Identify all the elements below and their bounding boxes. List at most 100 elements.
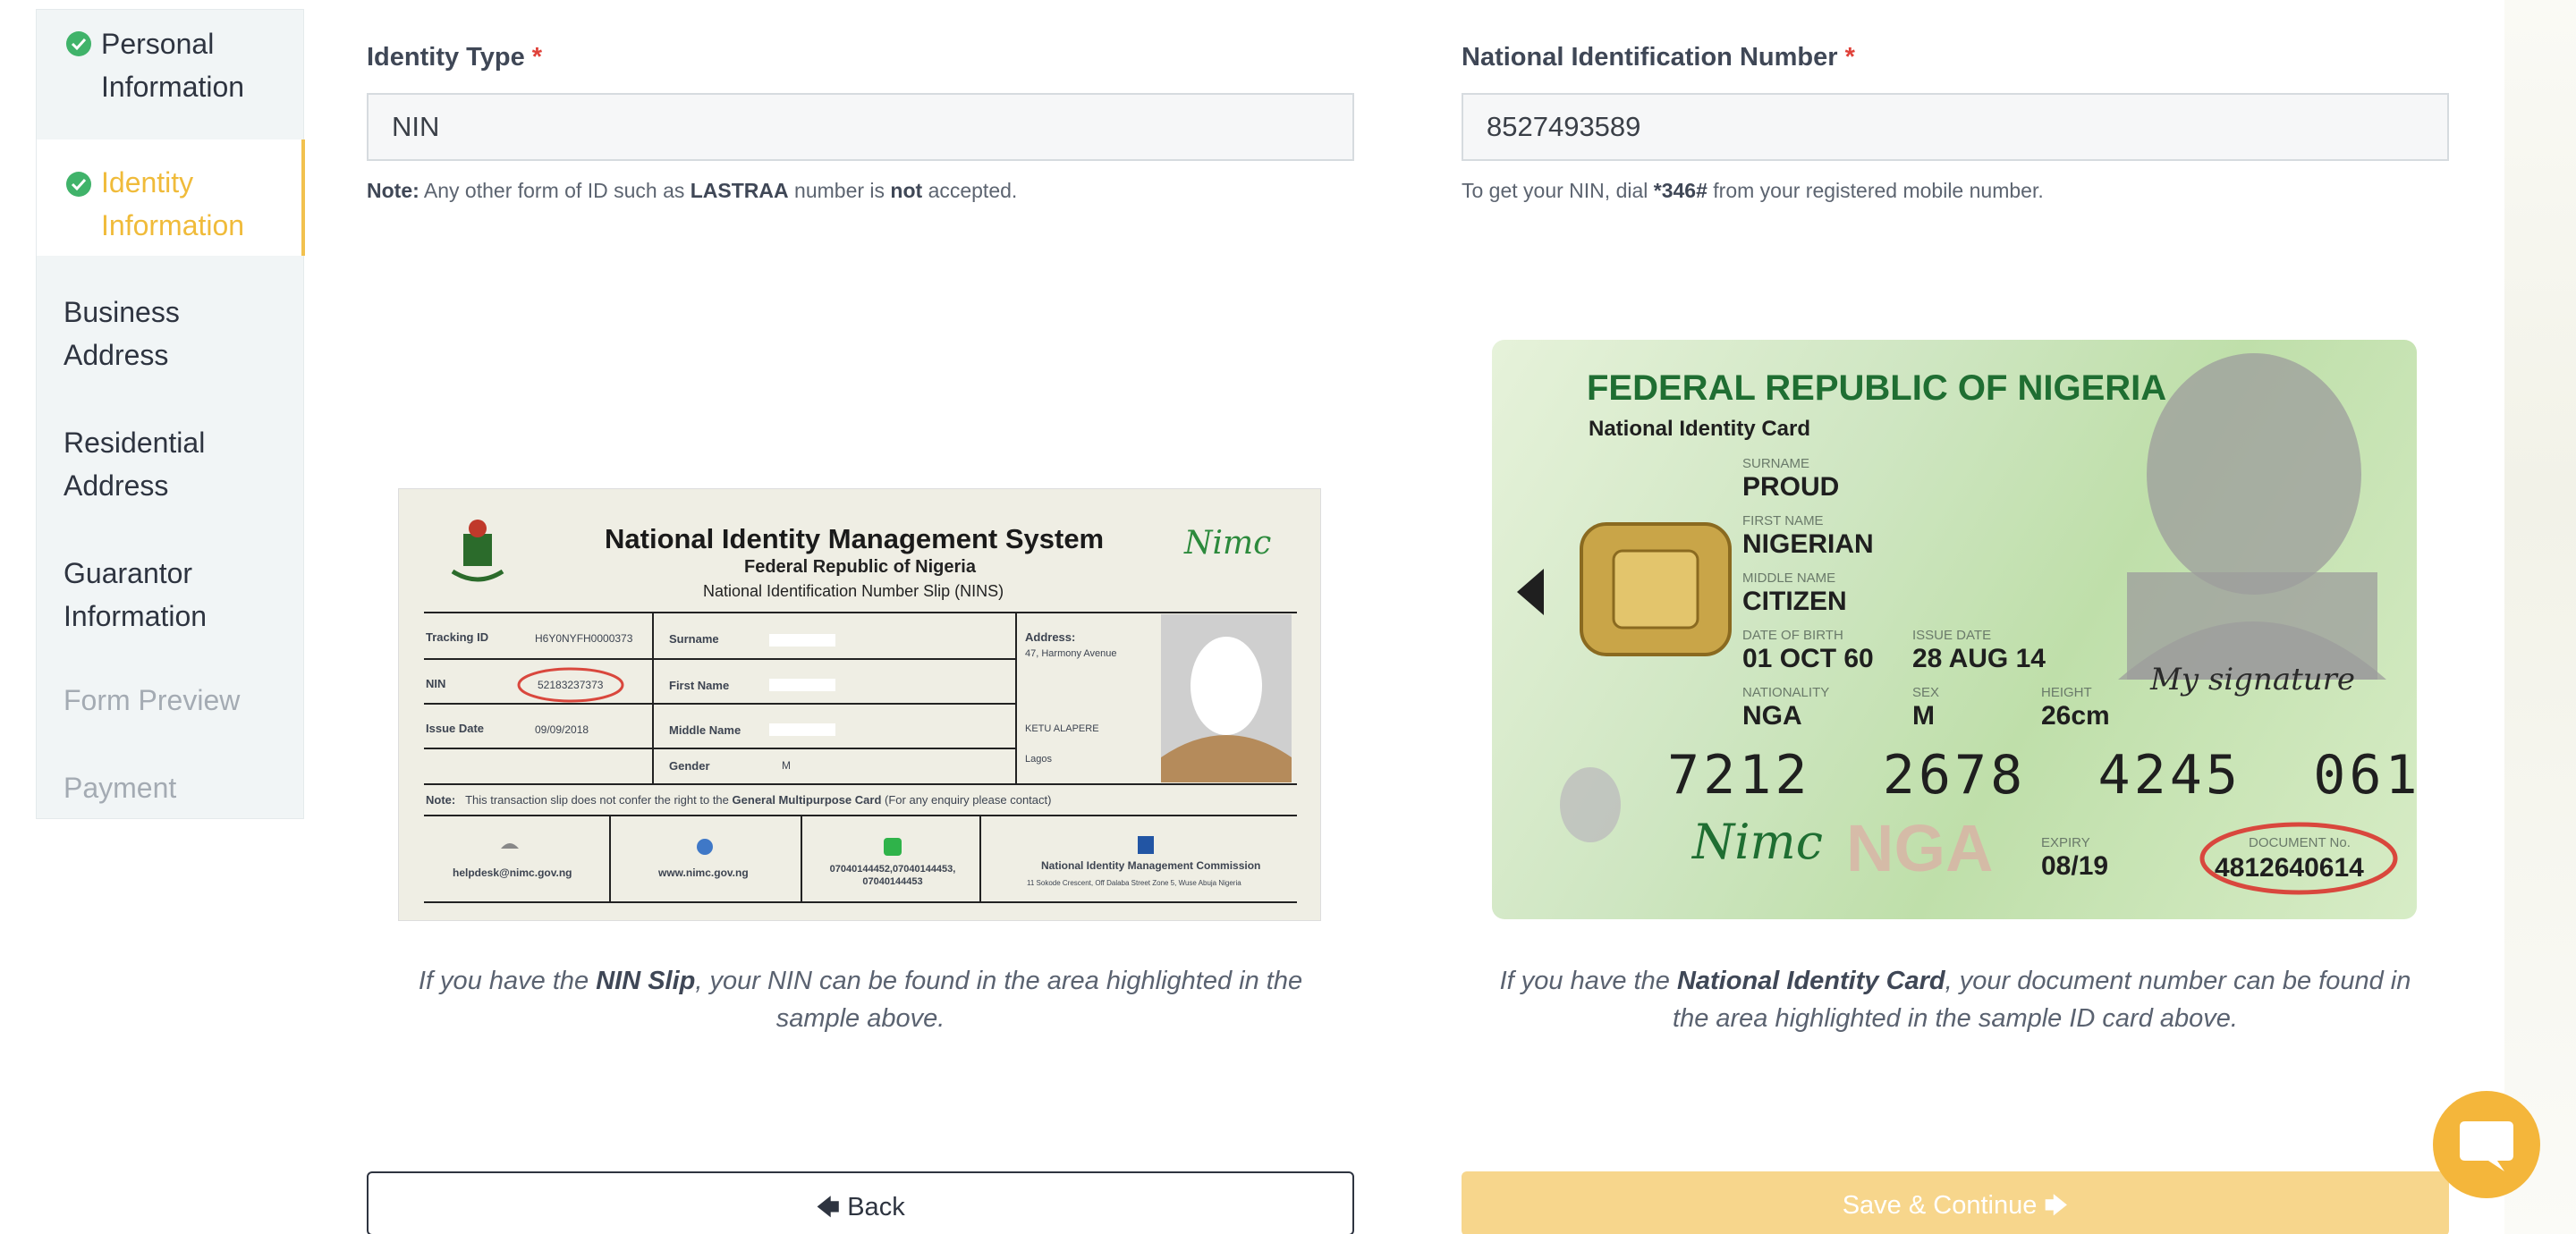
check-circle-icon bbox=[66, 172, 91, 197]
note-text: To get your NIN, dial bbox=[1462, 179, 1648, 202]
caption-text: If you have the bbox=[1499, 967, 1670, 995]
note-text: Any other form of ID such as bbox=[423, 179, 685, 202]
arrow-right-icon: 🡆 bbox=[2044, 1192, 2069, 1219]
identity-type-select[interactable]: NIN bbox=[367, 93, 1354, 161]
sidebar-item-label: Personal bbox=[101, 28, 215, 60]
caption-text: the area highlighted in the sample ID ca… bbox=[1673, 1004, 2238, 1033]
card-signature: My signature bbox=[2150, 662, 2356, 697]
sidebar-item-form-preview: Form Preview bbox=[37, 672, 305, 743]
slip-field-label: Middle Name bbox=[669, 723, 741, 737]
slip-gender-value: M bbox=[782, 759, 791, 772]
nin-value: 8527493589 bbox=[1487, 111, 1641, 142]
save-button-label: Save & Continue bbox=[1842, 1191, 2038, 1220]
card-field-label: NATIONALITY bbox=[1742, 685, 1830, 700]
label-text: Identity Type bbox=[367, 43, 525, 72]
nin-slip-sample-image: National Identity Management System Fede… bbox=[398, 488, 1321, 921]
nin-input[interactable]: 8527493589 bbox=[1462, 93, 2449, 161]
sidebar-item-label: Information bbox=[101, 209, 245, 241]
card-field-label: FIRST NAME bbox=[1742, 513, 1824, 528]
slip-row-value: 09/09/2018 bbox=[535, 723, 589, 736]
caption-text: If you have the bbox=[418, 967, 589, 995]
sidebar-item-personal-information[interactable]: Personal Information bbox=[37, 10, 305, 139]
card-issue-date: 28 AUG 14 bbox=[1912, 644, 2046, 673]
card-dob: 01 OCT 60 bbox=[1742, 644, 1874, 673]
slip-footer-address: 11 Sokode Crescent, Off Dalaba Street Zo… bbox=[1027, 879, 1241, 887]
card-field-label: EXPIRY bbox=[2041, 835, 2090, 850]
identity-type-label: Identity Type * bbox=[367, 43, 542, 72]
slip-note: Note: This transaction slip does not con… bbox=[426, 793, 1051, 807]
slip-nin-value: 52183237373 bbox=[538, 679, 604, 691]
required-mark: * bbox=[1844, 43, 1855, 72]
slip-footer-phone: 07040144452,07040144453, 07040144453 bbox=[829, 864, 956, 887]
slip-footer-email: helpdesk@nimc.gov.ng bbox=[453, 866, 572, 879]
back-button-label: Back bbox=[847, 1193, 905, 1221]
slip-field-label: First Name bbox=[669, 679, 730, 692]
card-country: FEDERAL REPUBLIC OF NIGERIA bbox=[1587, 368, 2167, 408]
card-field-label: HEIGHT bbox=[2041, 685, 2092, 700]
identity-type-note: Note: Any other form of ID such as LASTR… bbox=[367, 179, 1017, 203]
note-text: number is bbox=[794, 179, 886, 202]
slip-footer-org: National Identity Management Commission bbox=[1041, 859, 1261, 872]
note-text: from your registered mobile number. bbox=[1713, 179, 2044, 202]
wizard-sidebar: Personal Information Identity Informatio… bbox=[36, 9, 305, 819]
check-circle-icon bbox=[66, 31, 91, 56]
nimc-logo: Nimc bbox=[1184, 525, 1272, 562]
required-mark: * bbox=[531, 43, 543, 72]
caption-strong: NIN Slip bbox=[596, 967, 696, 995]
slip-field-label: Gender bbox=[669, 759, 710, 773]
card-nga-watermark: NGA bbox=[1846, 811, 1994, 885]
sidebar-item-label: Address bbox=[64, 469, 169, 502]
card-field-label: ISSUE DATE bbox=[1912, 628, 1992, 643]
slip-note-strong: General Multipurpose Card bbox=[732, 793, 882, 807]
chat-widget-button[interactable] bbox=[2433, 1091, 2540, 1198]
slip-field-label: Surname bbox=[669, 632, 719, 646]
note-strong: LASTRAA bbox=[690, 179, 789, 202]
chat-bubble-icon bbox=[2460, 1121, 2513, 1171]
note-strong: *346# bbox=[1653, 179, 1707, 202]
card-nimc-logo: Nimc bbox=[1692, 814, 1823, 870]
sidebar-item-label: Residential bbox=[64, 427, 206, 459]
note-prefix: Note: bbox=[367, 179, 419, 202]
sidebar-item-identity-information[interactable]: Identity Information bbox=[37, 139, 305, 256]
nin-slip-caption: If you have the NIN Slip, your NIN can b… bbox=[367, 962, 1354, 1037]
sidebar-item-label: Business bbox=[64, 296, 180, 328]
nin-note: To get your NIN, dial *346# from your re… bbox=[1462, 179, 2044, 203]
sidebar-item-label: Guarantor bbox=[64, 557, 193, 589]
slip-address-line: Lagos bbox=[1025, 754, 1052, 765]
caption-text: , your NIN can be found in the area high… bbox=[695, 967, 1303, 995]
card-field-label: DATE OF BIRTH bbox=[1742, 628, 1843, 643]
slip-subtitle: Federal Republic of Nigeria bbox=[744, 557, 976, 577]
save-continue-button[interactable]: Save & Continue 🡆 bbox=[1462, 1171, 2449, 1234]
identity-type-value: NIN bbox=[392, 111, 440, 142]
slip-note-tail: (For any enquiry please contact) bbox=[885, 793, 1052, 807]
caption-text: , your document number can be found in bbox=[1945, 967, 2411, 995]
card-document-number: 4812640614 bbox=[2215, 853, 2364, 883]
card-firstname: NIGERIAN bbox=[1742, 529, 1874, 559]
coat-of-arms-icon bbox=[451, 520, 504, 582]
sidebar-item-guarantor-information[interactable]: Guarantor Information bbox=[37, 539, 305, 664]
sidebar-item-label: Address bbox=[64, 339, 169, 371]
caption-text: sample above. bbox=[775, 1004, 945, 1033]
card-field-label: SURNAME bbox=[1742, 456, 1810, 471]
note-text: accepted. bbox=[928, 179, 1018, 202]
card-middlename: CITIZEN bbox=[1742, 587, 1847, 616]
slip-row-value: H6Y0NYFH0000373 bbox=[535, 632, 633, 645]
slip-address-line: 47, Harmony Avenue bbox=[1025, 648, 1117, 659]
caption-strong: National Identity Card bbox=[1676, 967, 1945, 995]
sidebar-item-label: Information bbox=[64, 600, 208, 632]
card-sex: M bbox=[1912, 701, 1935, 731]
card-height: 26cm bbox=[2041, 701, 2110, 731]
slip-address-line: KETU ALAPERE bbox=[1025, 723, 1099, 734]
card-type: National Identity Card bbox=[1589, 417, 1811, 441]
arrow-left-icon: 🡄 bbox=[816, 1194, 841, 1221]
slip-row-label: NIN bbox=[426, 677, 446, 690]
slip-row-label: Issue Date bbox=[426, 722, 485, 735]
card-nationality: NGA bbox=[1742, 701, 1802, 731]
sidebar-item-business-address[interactable]: Business Address bbox=[37, 278, 305, 403]
slip-address-label: Address: bbox=[1025, 630, 1076, 644]
slip-title: National Identity Management System bbox=[605, 523, 1105, 554]
sidebar-item-residential-address[interactable]: Residential Address bbox=[37, 409, 305, 534]
card-field-label: SEX bbox=[1912, 685, 1940, 700]
label-text: National Identification Number bbox=[1462, 43, 1838, 72]
back-button[interactable]: 🡄 Back bbox=[367, 1171, 1354, 1234]
